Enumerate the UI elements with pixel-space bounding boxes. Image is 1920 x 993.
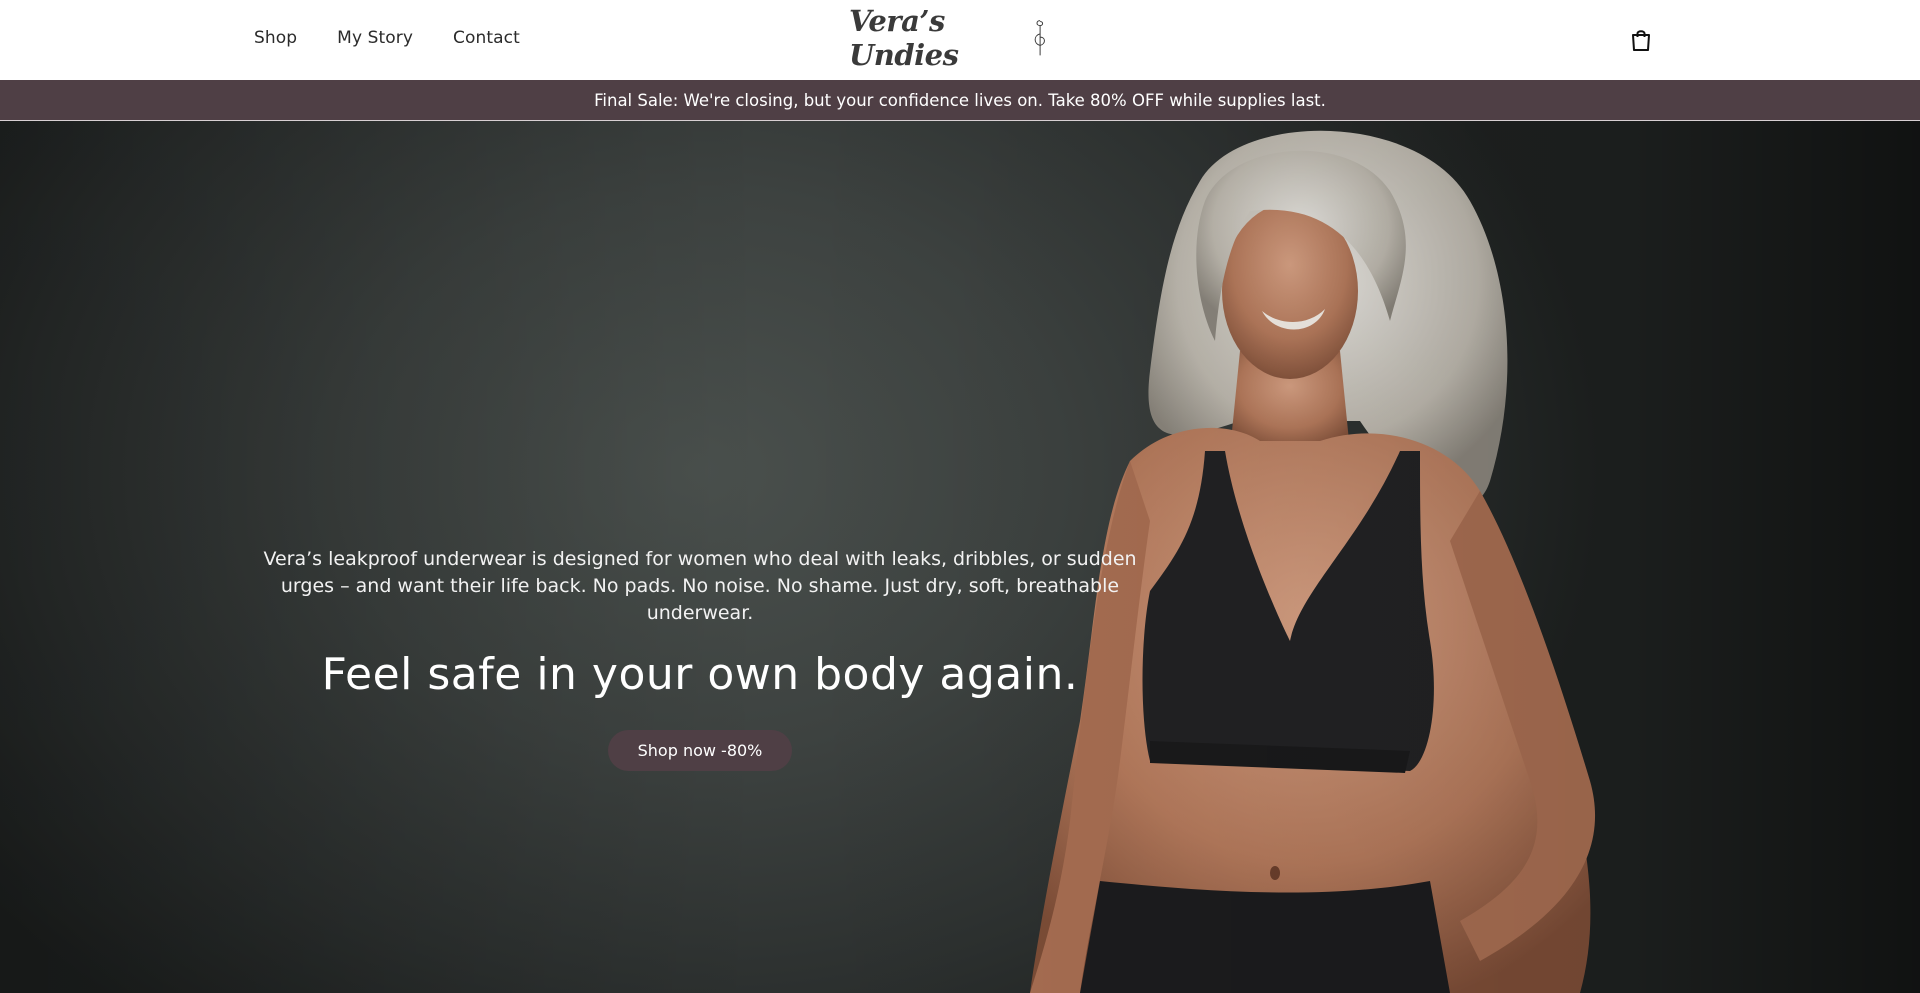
shop-now-button[interactable]: Shop now -80% — [607, 730, 793, 771]
logo-flourish-icon — [1034, 20, 1045, 56]
logo-text: Vera’s Undies — [849, 4, 959, 72]
hero-copy: Vera’s leakproof underwear is designed f… — [240, 546, 1160, 771]
nav-contact-link[interactable]: Contact — [453, 28, 520, 48]
hero-section: Vera’s leakproof underwear is designed f… — [0, 121, 1920, 993]
main-nav: Shop My Story Contact — [254, 28, 520, 48]
nav-my-story-link[interactable]: My Story — [337, 28, 413, 48]
site-header: Shop My Story Contact Vera’s Undies — [0, 0, 1920, 80]
shopping-bag-icon[interactable] — [1631, 29, 1651, 51]
brand-logo[interactable]: Vera’s Undies — [849, 4, 1049, 72]
hero-title: Feel safe in your own body again. — [321, 649, 1079, 700]
announcement-bar: Final Sale: We're closing, but your conf… — [0, 80, 1920, 121]
hero-description: Vera’s leakproof underwear is designed f… — [263, 548, 1137, 624]
announcement-text: Final Sale: We're closing, but your conf… — [594, 90, 1326, 110]
nav-shop-link[interactable]: Shop — [254, 28, 297, 48]
